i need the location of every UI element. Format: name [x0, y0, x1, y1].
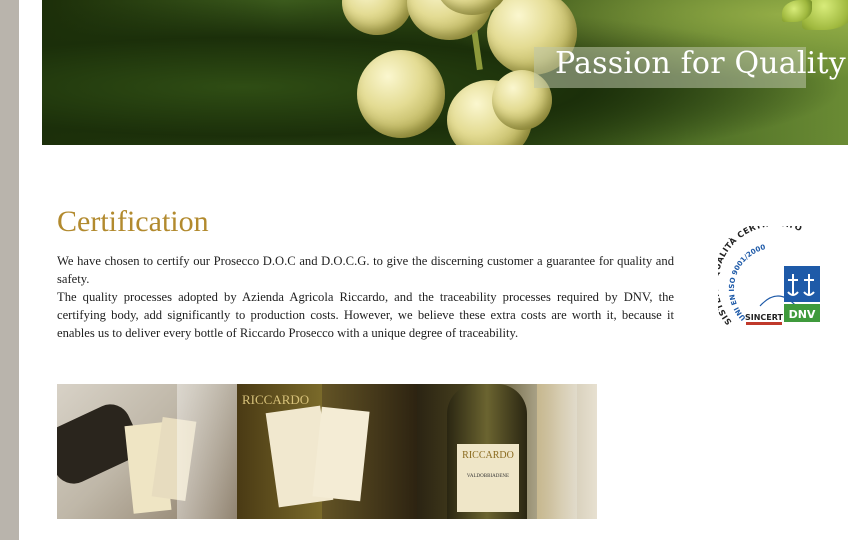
grape: [342, 0, 412, 35]
sincert-underline: [746, 322, 782, 325]
dnv-label: DNV: [789, 308, 816, 321]
left-sidebar-bar: [0, 0, 19, 540]
seal-iso-text: UNI EN ISO 9001/2000: [728, 243, 767, 322]
dnv-anchor-icon: [784, 266, 820, 302]
bottle-label-text: RICCARDO: [242, 392, 310, 407]
gallery-photo-bottle-label: RICCARDO: [237, 384, 417, 519]
glass-shape: [177, 384, 237, 519]
bottle-label-text: RICCARDO: [462, 450, 514, 461]
tagline-text: Passion for Quality: [555, 46, 846, 81]
gallery-photo-bottle-glass: RICCARDO VALDOBBIADENE: [417, 384, 597, 519]
page-title: Certification: [57, 205, 209, 238]
paragraph-2: The quality processes adopted by Azienda…: [57, 290, 674, 340]
grape: [357, 50, 445, 138]
bottle-label-subtext: VALDOBBIADENE: [466, 474, 510, 479]
gallery-photo-bottle-tags: [57, 384, 237, 519]
iso-certification-seal: SISTEMA QUALITÀ CERTIFICATO UNI EN ISO 9…: [718, 226, 820, 327]
sincert-label: SINCERT: [745, 313, 784, 322]
paragraph-1: We have chosen to certify our Prosecco D…: [57, 254, 674, 286]
certification-body: We have chosen to certify our Prosecco D…: [57, 252, 674, 342]
hang-tag: [312, 406, 370, 502]
glass-shape: [537, 384, 577, 519]
